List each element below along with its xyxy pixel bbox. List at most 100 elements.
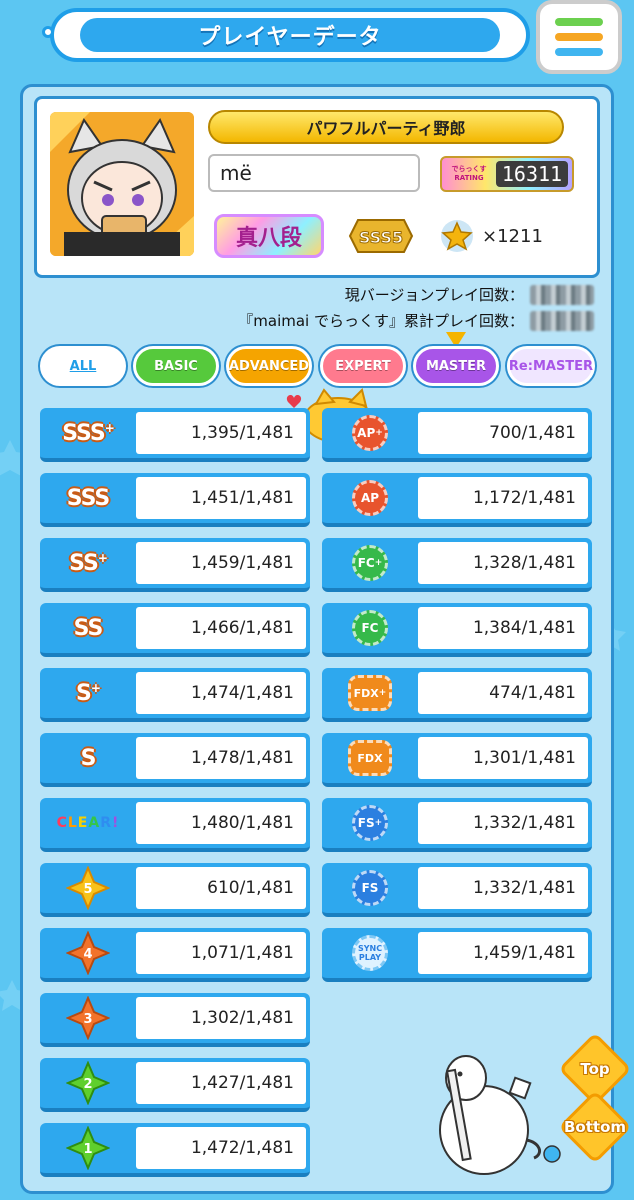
stat-row-sync-play: SYNC PLAY 1,459/1,481 xyxy=(322,928,592,982)
total-playcount-row: 『maimai でらっくす』累計プレイ回数： xyxy=(238,310,594,331)
stat-value: 1,384/1,481 xyxy=(418,607,588,649)
stat-value: 1,478/1,481 xyxy=(136,737,306,779)
svg-text:4: 4 xyxy=(83,947,92,962)
clear-icon: CLEAR! xyxy=(56,815,120,831)
stat-row-star-1: 1 1,472/1,481 xyxy=(40,1123,310,1177)
fc-plus-icon: FC + xyxy=(352,545,388,581)
rating-value: 16311 xyxy=(496,161,568,187)
fs-icon: FS xyxy=(352,870,388,906)
stat-row-star-5: 5 610/1,481 xyxy=(40,863,310,917)
stat-value: 1,480/1,481 xyxy=(136,802,306,844)
stat-value: 474/1,481 xyxy=(418,672,588,714)
stat-row-fc-plus: FC + 1,328/1,481 xyxy=(322,538,592,592)
stat-row-fdx-plus: FDX + 474/1,481 xyxy=(322,668,592,722)
stat-value: 1,474/1,481 xyxy=(136,672,306,714)
stat-row-ap-plus: AP + 700/1,481 xyxy=(322,408,592,462)
stat-value: 1,328/1,481 xyxy=(418,542,588,584)
stat-value: 1,332/1,481 xyxy=(418,867,588,909)
class-rank-badge: SSS5 xyxy=(344,214,418,258)
stat-value: 610/1,481 xyxy=(136,867,306,909)
svg-text:1: 1 xyxy=(83,1142,92,1157)
star-count: ×1211 xyxy=(440,218,543,254)
sync-play-icon: SYNC PLAY xyxy=(352,935,388,971)
stat-row-star-4: 4 1,071/1,481 xyxy=(40,928,310,982)
tab-all[interactable]: ALL xyxy=(40,346,126,386)
stat-value: 1,466/1,481 xyxy=(136,607,306,649)
star-count-value: ×1211 xyxy=(482,225,543,247)
class-rank-text: SSS5 xyxy=(359,228,403,247)
total-playcount-label: 『maimai でらっくす』累計プレイ回数： xyxy=(238,312,524,330)
stat-row-fc: FC 1,384/1,481 xyxy=(322,603,592,657)
stat-row-ss: SS 1,466/1,481 xyxy=(40,603,310,657)
ss-plus-rank-icon: SS+ xyxy=(69,550,108,576)
version-playcount-label: 現バージョンプレイ回数： xyxy=(344,286,524,304)
stat-value: 1,172/1,481 xyxy=(418,477,588,519)
title-plate: パワフルパーティ野郎 xyxy=(208,110,564,144)
stat-row-fs-plus: FS + 1,332/1,481 xyxy=(322,798,592,852)
dx-star-2-icon: 2 xyxy=(66,1061,110,1105)
stat-value: 1,301/1,481 xyxy=(418,737,588,779)
s-rank-icon: S xyxy=(80,745,97,771)
dan-badge: 真八段 xyxy=(214,214,324,258)
stat-value: 1,427/1,481 xyxy=(136,1062,306,1104)
dx-star-1-icon: 1 xyxy=(66,1126,110,1170)
stat-value: 1,472/1,481 xyxy=(136,1127,306,1169)
rating-label: でらっくす RATING xyxy=(451,165,487,182)
stat-row-star-3: 3 1,302/1,481 xyxy=(40,993,310,1047)
menu-button[interactable] xyxy=(536,0,622,74)
ap-plus-icon: AP + xyxy=(352,415,388,451)
version-playcount-row: 現バージョンプレイ回数： xyxy=(345,284,594,305)
stat-row-s-plus: S+ 1,474/1,481 xyxy=(40,668,310,722)
stat-value: 1,459/1,481 xyxy=(136,542,306,584)
svg-text:2: 2 xyxy=(83,1077,92,1092)
tab-basic[interactable]: BASIC xyxy=(133,346,219,386)
scroll-top-label: Top xyxy=(580,1060,610,1078)
star-icon xyxy=(441,220,473,252)
stat-row-clear: CLEAR! 1,480/1,481 xyxy=(40,798,310,852)
rating-badge: でらっくす RATING 16311 xyxy=(440,156,574,192)
scroll-bottom-label: Bottom xyxy=(563,1118,626,1136)
avatar xyxy=(50,112,194,256)
s-plus-rank-icon: S+ xyxy=(76,680,101,706)
scroll-bottom-button[interactable]: Bottom xyxy=(558,1090,632,1164)
svg-text:3: 3 xyxy=(83,1012,92,1027)
dx-star-4-icon: 4 xyxy=(66,931,110,975)
header-bar: プレイヤーデータ xyxy=(42,8,530,62)
version-playcount-redacted xyxy=(530,284,594,305)
total-playcount-redacted xyxy=(530,310,594,331)
stat-row-fdx: FDX 1,301/1,481 xyxy=(322,733,592,787)
stat-value: 1,071/1,481 xyxy=(136,932,306,974)
stat-row-star-2: 2 1,427/1,481 xyxy=(40,1058,310,1112)
stat-value: 1,451/1,481 xyxy=(136,477,306,519)
stat-value: 1,332/1,481 xyxy=(418,802,588,844)
ap-icon: AP xyxy=(352,480,388,516)
header-dot xyxy=(42,26,54,38)
player-name: më xyxy=(208,154,420,192)
stat-row-s: S 1,478/1,481 xyxy=(40,733,310,787)
stat-row-fs: FS 1,332/1,481 xyxy=(322,863,592,917)
header-title-plate: プレイヤーデータ xyxy=(80,18,500,52)
stat-value: 700/1,481 xyxy=(418,412,588,454)
stat-value: 1,302/1,481 xyxy=(136,997,306,1039)
menu-icon-bar-blue xyxy=(555,48,603,56)
ss-rank-icon: SS xyxy=(73,615,104,641)
fc-icon: FC xyxy=(352,610,388,646)
stat-row-ap: AP 1,172/1,481 xyxy=(322,473,592,527)
stat-value: 1,395/1,481 xyxy=(136,412,306,454)
stat-row-sss: SSS 1,451/1,481 xyxy=(40,473,310,527)
fdx-plus-icon: FDX + xyxy=(348,675,392,711)
fdx-icon: FDX xyxy=(348,740,392,776)
dx-star-5-icon: 5 xyxy=(66,866,110,910)
stat-row-ss-plus: SS+ 1,459/1,481 xyxy=(40,538,310,592)
tab-master[interactable]: MASTER xyxy=(413,346,499,386)
mascot-character-icon xyxy=(439,1055,561,1175)
fs-plus-icon: FS + xyxy=(352,805,388,841)
page-title: プレイヤーデータ xyxy=(198,25,382,50)
menu-icon-bar-orange xyxy=(555,33,603,41)
stat-value: 1,459/1,481 xyxy=(418,932,588,974)
tab-remaster[interactable]: Re:MASTER xyxy=(507,346,595,386)
sss-plus-rank-icon: SSS+ xyxy=(62,420,115,446)
menu-icon-bar-green xyxy=(555,18,603,26)
dx-star-3-icon: 3 xyxy=(66,996,110,1040)
svg-text:5: 5 xyxy=(83,882,92,897)
